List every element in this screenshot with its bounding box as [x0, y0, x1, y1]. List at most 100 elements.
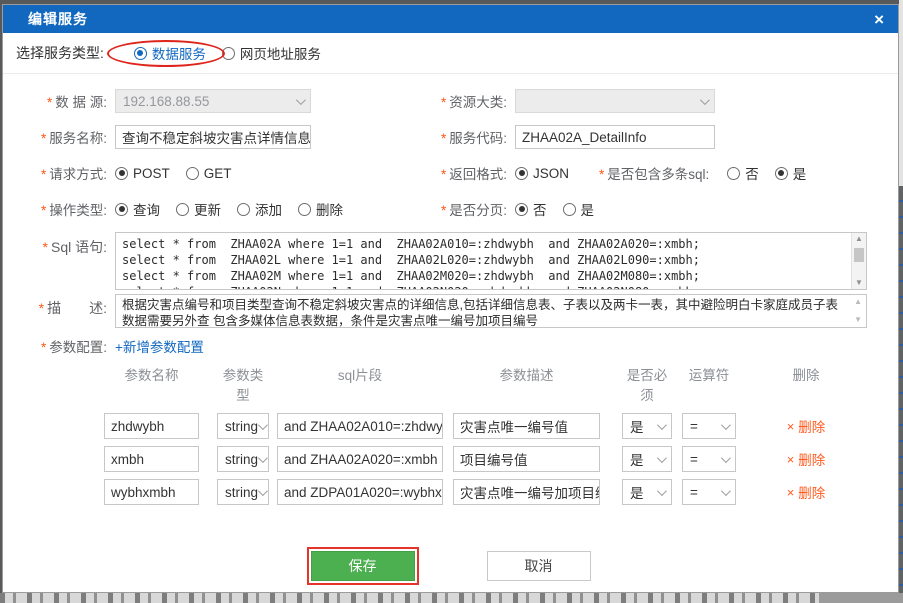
radio-paging-yes[interactable]: 是 — [563, 199, 595, 219]
param-type-select[interactable]: string — [217, 479, 269, 505]
scroll-down-icon[interactable]: ▼ — [852, 278, 866, 288]
param-operator-select[interactable]: = — [682, 479, 736, 505]
radio-selected-icon — [115, 203, 128, 216]
data-source-label: *数 据 源: — [3, 91, 115, 111]
scroll-up-icon[interactable]: ▲ — [854, 298, 862, 306]
chevron-down-icon — [721, 453, 731, 463]
service-type-row: 选择服务类型: 数据服务 网页地址服务 — [3, 33, 898, 74]
radio-op-update[interactable]: 更新 — [176, 199, 221, 219]
scroll-up-icon[interactable]: ▲ — [852, 234, 866, 244]
delete-x-icon: × — [787, 419, 795, 434]
chevron-down-icon — [258, 420, 268, 430]
header-sql-fragment: sql片段 — [277, 364, 443, 404]
save-button[interactable]: 保存 — [311, 551, 415, 581]
param-required-select[interactable]: 是 — [622, 479, 672, 505]
delete-param-button[interactable]: ×删除 — [776, 449, 836, 469]
chevron-down-icon — [657, 420, 667, 430]
chevron-down-icon — [258, 453, 268, 463]
param-sql-input[interactable]: and ZDPA01A020=:wybhxmbh — [277, 479, 443, 505]
radio-op-delete[interactable]: 删除 — [298, 199, 343, 219]
params-table-header: 参数名称 参数类型 sql片段 参数描述 是否必须 运算符 删除 — [104, 364, 898, 404]
radio-multisql-no[interactable]: 否 — [727, 163, 759, 183]
multi-sql-label: *是否包含多条sql: — [599, 163, 709, 183]
param-desc-input[interactable]: 灾害点唯一编号加项目编号值 — [453, 479, 600, 505]
add-param-link[interactable]: +新增参数配置 — [115, 336, 204, 356]
radio-selected-icon — [115, 167, 128, 180]
service-name-label: *服务名称: — [3, 127, 115, 147]
operation-type-label: *操作类型: — [3, 199, 115, 219]
radio-web-address-service[interactable]: 网页地址服务 — [222, 43, 321, 63]
radio-unselected-icon — [186, 167, 199, 180]
page-edge-right — [899, 0, 903, 593]
radio-unselected-icon — [298, 203, 311, 216]
header-param-desc: 参数描述 — [453, 364, 600, 404]
delete-param-button[interactable]: ×删除 — [776, 482, 836, 502]
cancel-button[interactable]: 取消 — [487, 551, 591, 581]
edit-service-dialog: 编辑服务 × 选择服务类型: 数据服务 网页地址服务 *数 据 源: 192.1… — [2, 4, 899, 593]
header-param-name: 参数名称 — [104, 364, 199, 404]
scroll-down-icon[interactable]: ▼ — [854, 316, 862, 324]
radio-unselected-icon — [727, 167, 740, 180]
sql-label: *Sql 语句: — [3, 232, 115, 257]
radio-unselected-icon — [222, 47, 235, 60]
data-source-select[interactable]: 192.168.88.55 — [115, 89, 311, 113]
param-type-select[interactable]: string — [217, 413, 269, 439]
delete-x-icon: × — [787, 452, 795, 467]
param-required-select[interactable]: 是 — [622, 413, 672, 439]
chevron-down-icon — [296, 95, 306, 105]
params-table: 参数名称 参数类型 sql片段 参数描述 是否必须 运算符 删除 zhdwybh… — [104, 364, 898, 505]
dialog-actions: 保存 取消 — [3, 551, 898, 581]
return-format-label: *返回格式: — [427, 163, 515, 183]
chevron-down-icon — [258, 486, 268, 496]
radio-op-add[interactable]: 添加 — [237, 199, 282, 219]
chevron-down-icon — [657, 453, 667, 463]
chevron-down-icon — [657, 486, 667, 496]
resource-category-label: *资源大类: — [427, 91, 515, 111]
sql-textarea[interactable]: select * from ZHAA02A where 1=1 and ZHAA… — [115, 232, 867, 290]
param-required-select[interactable]: 是 — [622, 446, 672, 472]
sql-scrollbar[interactable]: ▲ ▼ — [851, 233, 866, 289]
chevron-down-icon — [700, 95, 710, 105]
close-icon[interactable]: × — [874, 11, 884, 28]
header-required: 是否必须 — [622, 364, 672, 404]
param-desc-input[interactable]: 项目编号值 — [453, 446, 600, 472]
radio-op-query[interactable]: 查询 — [115, 199, 160, 219]
radio-selected-icon — [515, 167, 528, 180]
param-operator-select[interactable]: = — [682, 413, 736, 439]
screen: 编辑服务 × 选择服务类型: 数据服务 网页地址服务 *数 据 源: 192.1… — [0, 0, 903, 603]
service-code-input[interactable]: ZHAA02A_DetailInfo — [515, 125, 715, 149]
param-name-input[interactable]: xmbh — [104, 446, 199, 472]
param-row: xmbh string and ZHAA02A020=:xmbh 项目编号值 是… — [104, 446, 898, 472]
param-desc-input[interactable]: 灾害点唯一编号值 — [453, 413, 600, 439]
pagination-label: *是否分页: — [427, 199, 515, 219]
description-textarea[interactable]: 根据灾害点编号和项目类型查询不稳定斜坡灾害点的详细信息,包括详细信息表、子表以及… — [115, 294, 867, 328]
radio-paging-no[interactable]: 否 — [515, 199, 547, 219]
param-sql-input[interactable]: and ZHAA02A020=:xmbh — [277, 446, 443, 472]
param-row: wybhxmbh string and ZDPA01A020=:wybhxmbh… — [104, 479, 898, 505]
header-operator: 运算符 — [682, 364, 736, 404]
radio-get[interactable]: GET — [186, 166, 232, 181]
param-name-input[interactable]: wybhxmbh — [104, 479, 199, 505]
param-operator-select[interactable]: = — [682, 446, 736, 472]
radio-selected-icon — [515, 203, 528, 216]
radio-multisql-yes[interactable]: 是 — [775, 163, 807, 183]
resource-category-select[interactable] — [515, 89, 715, 113]
delete-x-icon: × — [787, 485, 795, 500]
scrollbar-thumb[interactable] — [854, 248, 864, 262]
radio-post[interactable]: POST — [115, 166, 170, 181]
param-type-select[interactable]: string — [217, 446, 269, 472]
param-config-label: *参数配置: — [3, 336, 115, 356]
radio-selected-icon — [134, 47, 147, 60]
dialog-titlebar: 编辑服务 × — [3, 5, 898, 33]
background-page-strip — [0, 593, 903, 603]
radio-data-service[interactable]: 数据服务 — [134, 43, 206, 63]
header-param-type: 参数类型 — [217, 364, 269, 404]
param-row: zhdwybh string and ZHAA02A010=:zhdwybh 灾… — [104, 413, 898, 439]
radio-unselected-icon — [563, 203, 576, 216]
param-name-input[interactable]: zhdwybh — [104, 413, 199, 439]
radio-selected-icon — [775, 167, 788, 180]
param-sql-input[interactable]: and ZHAA02A010=:zhdwybh — [277, 413, 443, 439]
radio-json[interactable]: JSON — [515, 166, 569, 181]
delete-param-button[interactable]: ×删除 — [776, 416, 836, 436]
service-name-input[interactable]: 查询不稳定斜坡灾害点详情信息 — [115, 125, 311, 149]
